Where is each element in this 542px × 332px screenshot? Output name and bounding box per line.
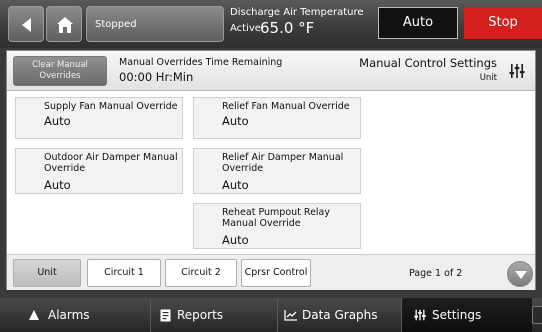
override-time-value: 00:00 Hr:Min [119, 70, 194, 84]
override-label: Relief Air Damper Manual Override [222, 152, 344, 174]
top-bar: Stopped Discharge Air Temperature Active… [0, 0, 542, 48]
nav-alarms[interactable]: Alarms [0, 298, 150, 332]
override-value: Auto [222, 114, 249, 128]
nav-reports-label: Reports [177, 308, 224, 322]
graph-icon [284, 310, 297, 321]
clear-manual-overrides-button[interactable]: Clear Manual Overrides [13, 56, 107, 86]
nav-settings[interactable]: Settings [401, 298, 532, 332]
tab-circuit-1[interactable]: Circuit 1 [87, 259, 161, 287]
page-subtitle: Unit [479, 73, 497, 83]
home-icon [57, 17, 73, 33]
unit-status-indicator[interactable]: Stopped [86, 6, 224, 42]
override-label: Reheat Pumpout Relay Manual Override [222, 207, 330, 229]
override-tile-reheat-pumpout-relay[interactable]: Reheat Pumpout Relay Manual Override Aut… [193, 203, 361, 249]
tab-cprsr-control[interactable]: Cprsr Control [241, 259, 311, 287]
override-label: Relief Fan Manual Override [222, 101, 350, 112]
override-label: Outdoor Air Damper Manual Override [44, 152, 178, 174]
override-tile-supply-fan[interactable]: Supply Fan Manual Override Auto [15, 97, 183, 139]
tab-strip: Unit Circuit 1 Circuit 2 Cprsr Control P… [7, 254, 535, 290]
panel-header: Clear Manual Overrides Manual Overrides … [7, 51, 535, 91]
override-label: Supply Fan Manual Override [44, 101, 178, 112]
page-indicator: Page 1 of 2 [409, 268, 463, 279]
alarm-triangle-icon [29, 310, 39, 320]
override-tile-outdoor-air-damper[interactable]: Outdoor Air Damper Manual Override Auto [15, 148, 183, 194]
override-value: Auto [44, 114, 71, 128]
override-tile-relief-fan[interactable]: Relief Fan Manual Override Auto [193, 97, 361, 139]
next-page-button[interactable] [507, 261, 533, 287]
nav-settings-label: Settings [432, 308, 482, 322]
stop-button[interactable]: Stop [464, 7, 542, 39]
report-document-icon [160, 309, 171, 322]
sliders-icon[interactable] [509, 63, 525, 79]
auto-button[interactable]: Auto [378, 7, 458, 39]
manual-control-panel: Clear Manual Overrides Manual Overrides … [6, 50, 536, 290]
sliders-icon [414, 309, 426, 321]
nav-overflow-button[interactable] [532, 306, 542, 324]
page-title: Manual Control Settings [359, 56, 497, 70]
chevron-down-icon [515, 271, 527, 279]
nav-reports[interactable]: Reports [150, 298, 277, 332]
discharge-air-value: 65.0 °F [260, 19, 315, 37]
bottom-nav: Alarms Reports Data Graphs Settings [0, 298, 542, 332]
discharge-air-state: Active [230, 23, 261, 34]
tab-unit[interactable]: Unit [13, 259, 81, 287]
back-button[interactable] [8, 6, 44, 42]
nav-alarms-label: Alarms [48, 308, 90, 322]
home-button[interactable] [46, 6, 82, 42]
back-arrow-icon [22, 18, 31, 32]
override-value: Auto [222, 233, 249, 247]
tab-circuit-2[interactable]: Circuit 2 [165, 259, 237, 287]
discharge-air-label: Discharge Air Temperature [230, 7, 364, 18]
nav-data-graphs[interactable]: Data Graphs [277, 298, 401, 332]
override-value: Auto [222, 178, 249, 192]
override-value: Auto [44, 178, 71, 192]
override-time-label: Manual Overrides Time Remaining [119, 57, 283, 68]
nav-data-graphs-label: Data Graphs [302, 308, 378, 322]
override-tile-relief-air-damper[interactable]: Relief Air Damper Manual Override Auto [193, 148, 361, 194]
